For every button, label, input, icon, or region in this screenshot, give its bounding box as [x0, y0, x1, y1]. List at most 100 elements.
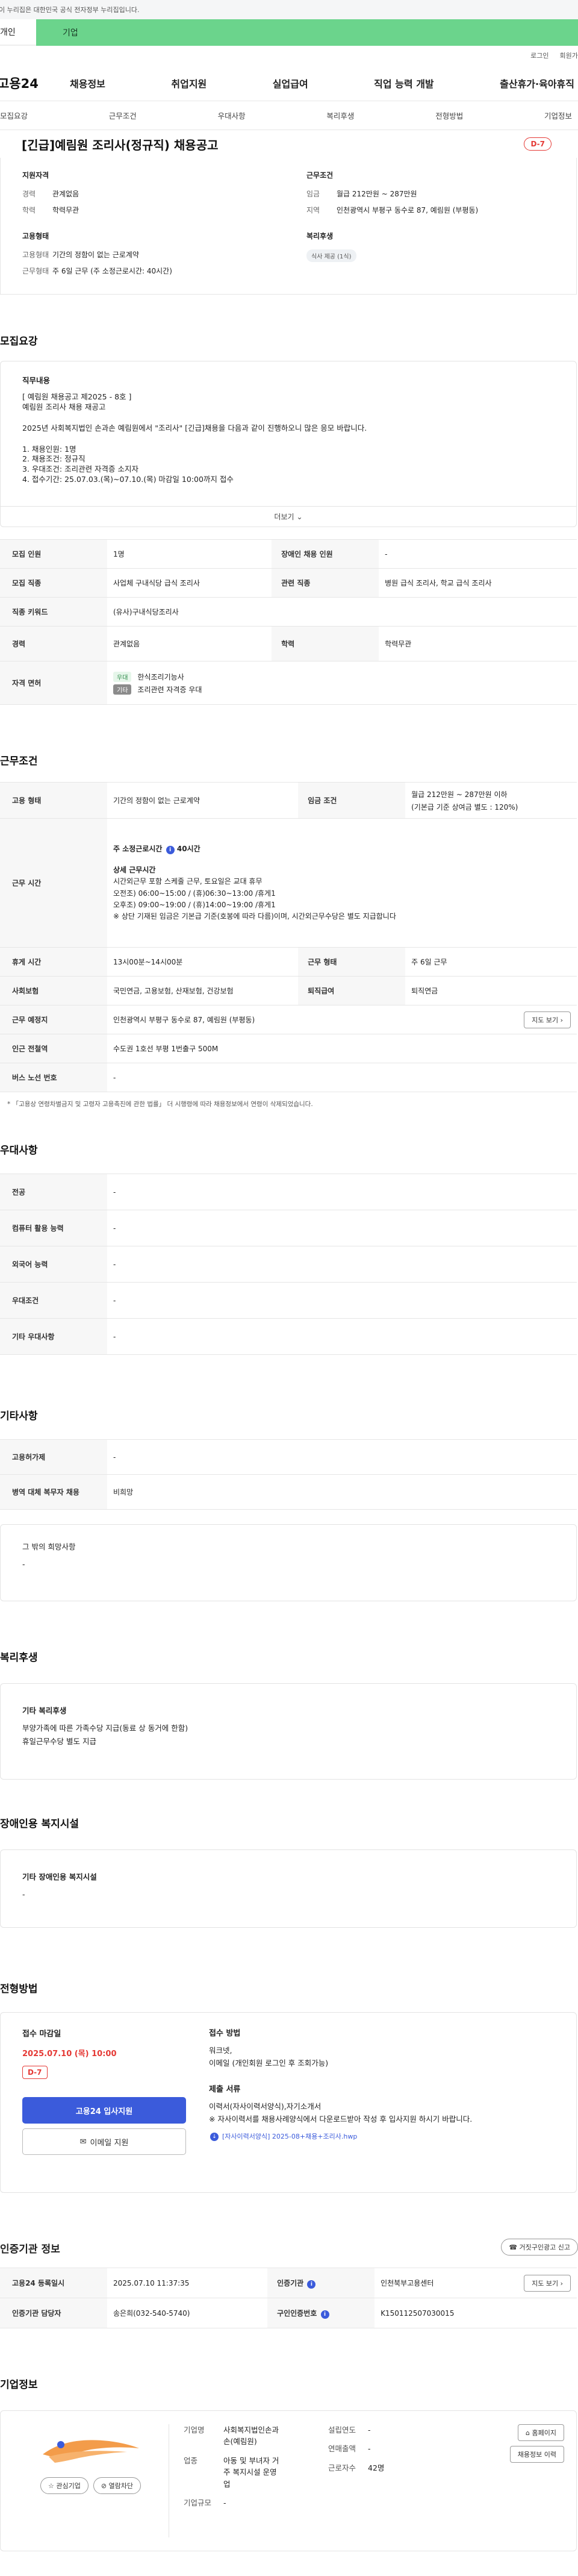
more-button[interactable]: 더보기 ⌄	[1, 506, 576, 527]
cell-key: 휴게 시간	[0, 947, 107, 977]
summary-worktype-value: 주 6일 근무 (주 소정근로시간: 40시간)	[52, 267, 172, 275]
gov-notice-text: 이 누리집은 대한민국 공식 전자정부 누리집입니다.	[0, 6, 140, 14]
company-actions: ☆ 관심기업 ⊘ 열람차단	[40, 2477, 141, 2494]
dday-badge: D-7	[524, 137, 552, 151]
cell-value: 퇴직연금	[405, 976, 577, 1005]
map-button-label: 지도 보기	[532, 1016, 559, 1024]
favorite-company-button[interactable]: ☆ 관심기업	[40, 2477, 89, 2494]
summary-emp-head: 고용형태	[22, 232, 49, 240]
cell-value: 기간의 정함이 없는 근로계약	[107, 782, 299, 819]
page-title: [긴급]예림원 조리사(정규직) 채용공고	[22, 137, 219, 152]
company-industry-line: 업	[223, 2479, 231, 2489]
job-history-button[interactable]: 채용정보 이력	[509, 2446, 564, 2463]
cell-key: 컴퓨터 활용 능력	[0, 1210, 107, 1246]
etc-wish-box: 그 밖의 희망사항 -	[0, 1524, 577, 1601]
disabled-title: 기타 장애인용 복지시설	[22, 1872, 97, 1881]
tab-personal[interactable]: 개인	[0, 19, 36, 46]
tab-company[interactable]: 기업	[36, 19, 578, 46]
map-button[interactable]: 지도 보기 ›	[524, 1011, 571, 1028]
info-icon[interactable]: i	[320, 2310, 329, 2319]
title-row: [긴급]예림원 조리사(정규직) 채용공고 D-7	[0, 130, 578, 158]
subnav-welfare[interactable]: 복리후생	[326, 110, 354, 121]
cell-value: K150112507030015	[374, 2298, 577, 2328]
doc-head: 제출 서류	[209, 2084, 241, 2094]
megaphone-icon: ☎	[509, 2243, 518, 2251]
summary-emptype-key: 고용형태	[22, 251, 49, 259]
gnb-item-jobs[interactable]: 채용정보	[70, 76, 105, 90]
subnav-process[interactable]: 전형방법	[435, 110, 463, 121]
section-title-work: 근무조건	[0, 755, 38, 767]
gnb-item-support[interactable]: 취업지원	[171, 76, 207, 90]
cell-value: 주 6일 근무	[405, 947, 577, 977]
subnav-work[interactable]: 근무조건	[109, 110, 137, 121]
company-box: ☆ 관심기업 ⊘ 열람차단 기업명 사회복지법인손과 손(예림원) 업종 아동 및 부…	[0, 2410, 577, 2551]
apply-button[interactable]: 고용24 입사지원	[22, 2097, 186, 2124]
cell-key: 외국어 능력	[0, 1246, 107, 1283]
cell-value: -	[107, 1063, 577, 1092]
cell-key: 인근 전철역	[0, 1034, 107, 1063]
file-attachment[interactable]: ↓ [자사이력서양식] 2025-08+채용+조리사.hwp	[209, 2131, 555, 2142]
cert-org-key: 인증기관 i	[267, 2268, 375, 2298]
cell-value: 병원 급식 조리사, 학교 급식 조리사	[379, 568, 577, 598]
chevron-right-icon: ›	[560, 1016, 563, 1024]
cell-key: 버스 노선 번호	[0, 1063, 107, 1092]
wage-cell: 월급 212만원 ~ 287만원 이하 (기본급 기준 상여금 별도 : 120%…	[405, 782, 577, 819]
summary-left: 지원자격 경력 관계없음 학력 학력무관 고용형태 고용형태 기간의 정함이 없는 근…	[22, 170, 270, 282]
star-icon: ☆	[48, 2482, 54, 2490]
info-icon[interactable]: i	[307, 2280, 316, 2289]
site-logo[interactable]: 고용24	[0, 74, 70, 92]
subnav-recruit[interactable]: 모집요강	[0, 110, 28, 121]
section-title-recruit: 모집요강	[0, 336, 38, 348]
report-button[interactable]: ☎ 거짓구인광고 신고	[501, 2239, 578, 2256]
homepage-button[interactable]: ⌂ 홈페이지	[518, 2424, 564, 2441]
section-title-pref: 우대사항	[0, 1145, 38, 1157]
block-icon: ⊘	[101, 2482, 107, 2490]
gnb-item-training[interactable]: 직업 능력 개발	[374, 76, 434, 90]
process-right: 접수 방법 워크넷, 이메일 (개인회원 로그인 후 조회가능) 제출 서류 이…	[209, 2027, 555, 2178]
cell-value: 사업체 구내식당 급식 조리사	[107, 568, 272, 598]
cert-id-key: 구인인증번호 i	[267, 2298, 375, 2328]
gnb-item-leave[interactable]: 출산휴가·육아휴직	[500, 76, 574, 90]
company-info-mid: 설립연도 - 연매출액 - 근로자수 42명	[328, 2424, 474, 2537]
cell-key: 인증기관 담당자	[0, 2298, 107, 2328]
time-head-label: 주 소정근로시간	[113, 844, 163, 853]
subnav-company[interactable]: 기업정보	[544, 110, 572, 121]
cell-key: 자격 면허	[0, 661, 107, 705]
cell-value: 국민연금, 고용보험, 산재보험, 건강보험	[107, 976, 299, 1005]
block-company-button[interactable]: ⊘ 열람차단	[93, 2477, 141, 2494]
file-link[interactable]: [자사이력서양식] 2025-08+채용+조리사.hwp	[222, 2131, 357, 2142]
signup-link[interactable]: 회원가입	[560, 51, 578, 60]
section-title-disabled: 장애인용 복지시설	[0, 1818, 79, 1830]
subnav-pref[interactable]: 우대사항	[218, 110, 246, 121]
tab-company-label: 기업	[63, 28, 78, 38]
block-label: 열람차단	[108, 2482, 134, 2490]
cert-map-button[interactable]: 지도 보기 ›	[524, 2274, 571, 2292]
summary-edu-value: 학력무관	[52, 206, 79, 214]
cell-value: 수도권 1호선 부평 1번출구 500M	[107, 1034, 577, 1063]
time-head: 주 소정근로시간 i 40시간	[113, 843, 571, 855]
company-logo	[37, 2430, 145, 2466]
email-apply-button[interactable]: ✉ 이메일 지원	[22, 2128, 186, 2155]
cert-org-value: 인천북부고용센터	[381, 2279, 434, 2287]
summary-welfare-head: 복리후생	[306, 232, 334, 240]
cell-key: 전공	[0, 1174, 107, 1210]
email-apply-label: 이메일 지원	[90, 2138, 129, 2148]
job-description-box: 직무내용 [ 예림원 채용공고 제2025 - 8호 ] 예림원 조리사 채용 …	[0, 361, 577, 527]
cell-value: -	[107, 1282, 577, 1319]
login-link[interactable]: 로그인	[530, 51, 548, 60]
disabled-box: 기타 장애인용 복지시설 -	[0, 1849, 577, 1928]
time-detail-head: 상세 근무시간	[113, 866, 156, 875]
cell-key: 고용 형태	[0, 782, 107, 819]
job-desc-line: 1. 채용인원: 1명	[22, 444, 76, 454]
summary-worktype-key: 근무형태	[22, 267, 49, 275]
cell-value: 학력무관	[379, 626, 577, 661]
summary-right: 근무조건 임금 월급 212만원 ~ 287만원 지역 인천광역시 부평구 동수로 …	[270, 170, 555, 282]
company-industry: 아동 및 부녀자 거주 복지시설 운영 업	[223, 2455, 279, 2490]
cell-key: 고용허가제	[0, 1439, 107, 1475]
info-icon[interactable]: i	[166, 845, 175, 854]
company-key: 설립연도	[328, 2425, 356, 2434]
method-line: 워크넷,	[209, 2046, 232, 2055]
gnb-item-unemployment[interactable]: 실업급여	[273, 76, 308, 90]
cert-table: 고용24 등록일시 2025.07.10 11:37:35 인증기관 i 인천북부고용…	[0, 2268, 577, 2328]
global-nav: 고용24 채용정보 취업지원 실업급여 직업 능력 개발 출산휴가·육아휴직	[0, 65, 578, 101]
